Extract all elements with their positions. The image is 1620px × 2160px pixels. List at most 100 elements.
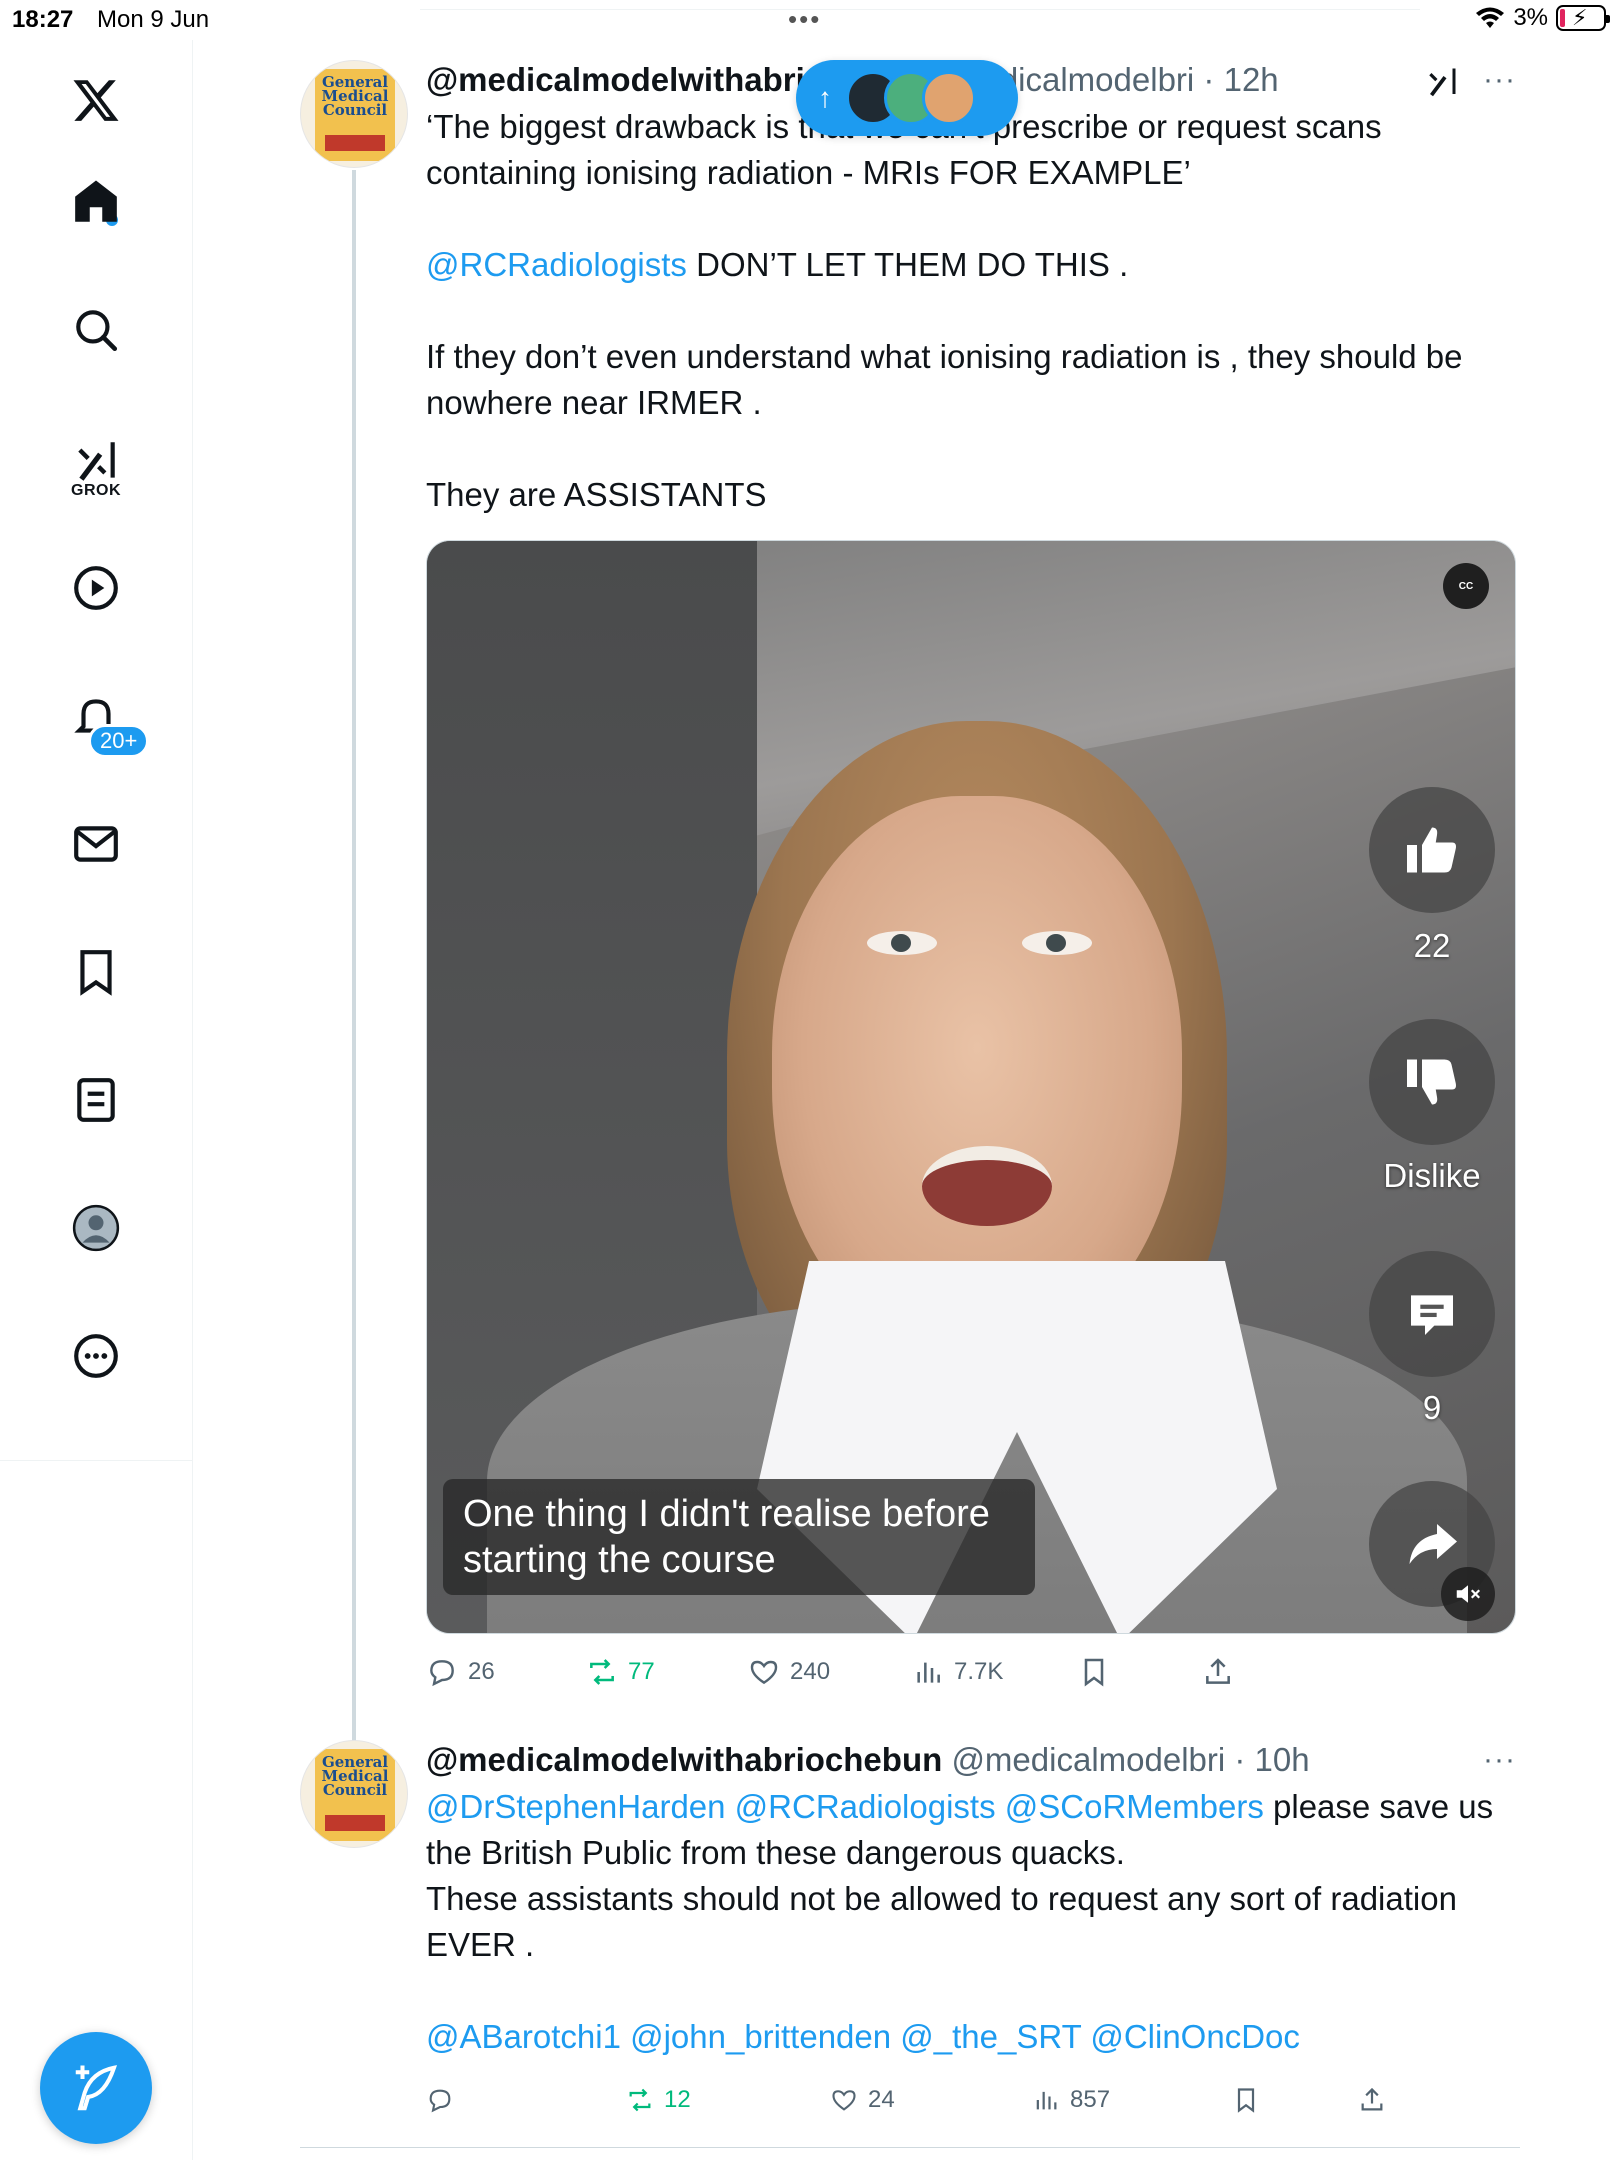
repost-count: 12 (664, 2086, 691, 2113)
video-caption: One thing I didn't realise before starti… (443, 1479, 1035, 1595)
share-button[interactable] (1358, 2078, 1386, 2122)
post-divider (300, 2147, 1520, 2148)
like-count: 24 (868, 2086, 895, 2113)
mention-link[interactable]: @SCoRMembers (1005, 1788, 1264, 1825)
avatar-ribbon (325, 1815, 385, 1831)
post-paragraph: @DrStephenHarden @RCRadiologists @SCoRMe… (426, 1788, 1494, 1871)
notifications-badge: 20+ (88, 724, 150, 758)
pill-avatar (922, 71, 976, 125)
repost-icon (629, 2088, 651, 2112)
messages-icon[interactable] (66, 814, 126, 874)
reply-button[interactable] (426, 2078, 464, 2122)
like-button[interactable]: 240 (748, 1650, 830, 1694)
like-count: 240 (790, 1658, 831, 1685)
bookmark-button[interactable] (1232, 2078, 1260, 2122)
thread-connector-line (352, 170, 356, 1742)
reply-button[interactable]: 26 (426, 1650, 495, 1694)
heart-icon (832, 2090, 856, 2111)
bookmark-button[interactable] (1078, 1650, 1110, 1694)
video-comment-button[interactable] (1369, 1251, 1495, 1377)
repost-button[interactable]: 77 (586, 1650, 655, 1694)
thumbs-down-icon (1407, 1059, 1456, 1105)
battery-percent: 3% (1513, 4, 1548, 31)
handle[interactable]: @medicalmodelbri (951, 1741, 1225, 1778)
display-name[interactable]: @medicalmodelwithabri (426, 61, 805, 98)
status-time: 18:27 (12, 6, 74, 33)
compose-feather-icon (75, 2065, 118, 2111)
grok-label: GROK (71, 482, 121, 499)
mute-icon[interactable] (1441, 1567, 1495, 1621)
reply-icon (429, 2089, 451, 2113)
video-like-button[interactable] (1369, 787, 1495, 913)
mention-link[interactable]: @RCRadiologists (735, 1788, 996, 1825)
repost-icon (590, 1659, 614, 1685)
post-actions: 26 77 240 7.7K (426, 1650, 1516, 1694)
views-count: 7.7K (954, 1658, 1004, 1685)
reply-icon (430, 1660, 454, 1687)
bookmarks-icon[interactable] (66, 942, 126, 1002)
heart-icon (750, 1660, 778, 1685)
repost-button[interactable]: 12 (626, 2078, 691, 2122)
post-paragraph: They are ASSISTANTS (426, 476, 767, 513)
avatar[interactable]: General Medical Council (300, 1740, 408, 1848)
grok-icon[interactable]: GROK (66, 428, 126, 508)
new-posts-pill[interactable]: ↑ (796, 60, 1018, 136)
separator: · (1234, 1741, 1246, 1778)
x-logo-icon[interactable] (66, 70, 126, 130)
avatar[interactable]: General Medical Council (300, 60, 408, 168)
sidebar: GROK 20+ (0, 40, 193, 2160)
video-icon[interactable] (66, 558, 126, 618)
post-time[interactable]: 12h (1224, 61, 1279, 98)
share-arrow-icon (1409, 1524, 1457, 1564)
video-like-count: 22 (1413, 927, 1451, 964)
avatar-ribbon (325, 135, 385, 151)
bookmark-icon (1237, 2088, 1255, 2113)
compose-post-button[interactable] (40, 2032, 152, 2144)
arrow-up-icon: ↑ (818, 82, 832, 113)
separator: · (1203, 61, 1215, 98)
post-text: @DrStephenHarden @RCRadiologists @SCoRMe… (426, 1784, 1516, 2060)
bookmark-icon (1084, 1658, 1104, 1687)
video-dislike-button[interactable] (1369, 1019, 1495, 1145)
profile-icon[interactable] (66, 1198, 126, 1258)
views-icon (917, 1662, 940, 1683)
share-icon (1361, 2087, 1383, 2111)
captions-icon[interactable]: CC (1443, 563, 1489, 609)
video-dislike-label: Dislike (1383, 1157, 1481, 1194)
post-paragraph: If they don’t even understand what ionis… (426, 338, 1463, 421)
video-comment-count: 9 (1422, 1389, 1442, 1426)
display-name[interactable]: @medicalmodelwithabriochebun (426, 1741, 942, 1778)
video-player[interactable]: CC 22 Dislike 9 One thing I didn't reali… (426, 540, 1516, 1634)
grok-explain-icon[interactable] (1424, 64, 1460, 109)
views-button[interactable]: 857 (1032, 2078, 1110, 2122)
status-date: Mon 9 Jun (97, 6, 210, 33)
lists-icon[interactable] (66, 1070, 126, 1130)
more-options-icon[interactable]: ··· (1483, 60, 1516, 100)
more-icon[interactable] (66, 1326, 126, 1386)
mention-link[interactable]: @RCRadiologists (426, 246, 687, 283)
post-actions: 12 24 857 (426, 2078, 1516, 2122)
video-frame (427, 541, 1515, 1633)
mentions-line[interactable]: @ABarotchi1 @john_brittenden @_the_SRT @… (426, 2014, 1516, 2060)
avatar-text: General Medical Council (321, 73, 389, 119)
previous-post-actions-edge (420, 0, 1420, 10)
reply-count: 26 (468, 1658, 495, 1685)
battery-icon: ⚡ (1556, 5, 1610, 31)
home-icon[interactable] (66, 172, 126, 232)
wifi-icon (1476, 7, 1505, 28)
like-button[interactable]: 24 (830, 2078, 895, 2122)
share-icon (1206, 1658, 1230, 1684)
views-button[interactable]: 7.7K (912, 1650, 1003, 1694)
post-paragraph: These assistants should not be allowed t… (426, 1880, 1457, 1963)
search-icon[interactable] (66, 300, 126, 360)
avatar-text: General Medical Council (321, 1753, 389, 1799)
thumbs-up-icon (1407, 827, 1456, 873)
post-header: @medicalmodelwithabriochebun @medicalmod… (426, 1740, 1516, 1780)
mention-link[interactable]: @DrStephenHarden (426, 1788, 726, 1825)
repost-count: 77 (628, 1658, 655, 1685)
views-icon (1036, 2091, 1057, 2110)
post-time[interactable]: 10h (1255, 1741, 1310, 1778)
status-right: 3% ⚡ (1475, 4, 1610, 32)
more-options-icon[interactable]: ··· (1483, 1740, 1516, 1780)
share-button[interactable] (1202, 1650, 1234, 1694)
